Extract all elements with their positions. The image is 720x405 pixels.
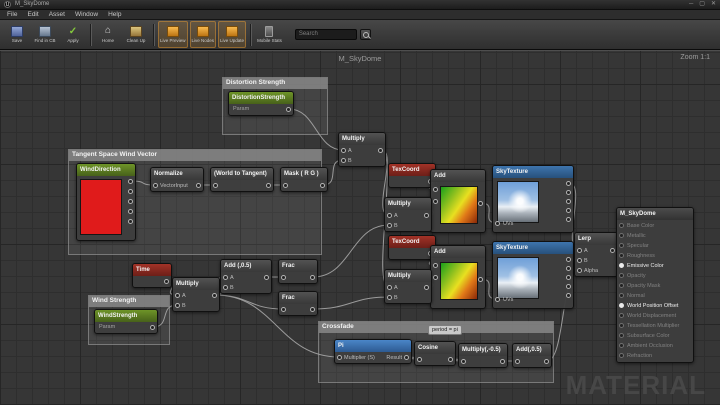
toolbar-save-button[interactable]: Save xyxy=(4,21,30,48)
home-icon: ⌂ xyxy=(102,26,114,37)
clean-up-icon xyxy=(130,26,142,37)
toolbar-search: Search xyxy=(295,29,371,40)
menu-help[interactable]: Help xyxy=(103,10,126,20)
toolbar-separator xyxy=(90,24,91,46)
search-input[interactable]: Search xyxy=(295,29,357,40)
menu-asset[interactable]: Asset xyxy=(44,10,70,20)
toolbar: Save Find in CB ✓Apply ⌂Home Clean Up Live Pr… xyxy=(0,20,720,50)
toolbar-button-label: Live Preview xyxy=(160,38,186,43)
toolbar-find-in-cb-button[interactable]: Find in CB xyxy=(32,21,58,48)
toolbar-button-label: Mobile Stats xyxy=(257,38,282,43)
toolbar-button-label: Save xyxy=(12,38,22,43)
find-in-cb-icon xyxy=(39,26,51,37)
close-button[interactable]: ✕ xyxy=(711,0,716,9)
toolbar-mobile-stats-button[interactable]: Mobile Stats xyxy=(255,21,284,48)
menubar: FileEditAssetWindowHelp xyxy=(0,10,720,20)
save-icon xyxy=(11,26,23,37)
search-icon[interactable] xyxy=(360,29,371,40)
toolbar-button-label: Home xyxy=(102,38,114,43)
note-period-note[interactable]: period = pi xyxy=(428,325,462,335)
toolbar-live-update-button[interactable]: Live Update xyxy=(218,21,246,48)
unreal-logo-icon: U xyxy=(4,1,11,8)
maximize-button[interactable]: ▢ xyxy=(699,0,705,9)
toolbar-button-label: Find in CB xyxy=(34,38,55,43)
menu-file[interactable]: File xyxy=(2,10,22,20)
toolbar-button-label: Live Update xyxy=(220,38,244,43)
toolbar-button-label: Live Nodes xyxy=(192,38,215,43)
menu-edit[interactable]: Edit xyxy=(22,10,43,20)
material-editor-window: U M_SkyDome ─ ▢ ✕ FileEditAssetWindowHel… xyxy=(0,0,720,405)
toolbar-home-button[interactable]: ⌂Home xyxy=(95,21,121,48)
toolbar-apply-button[interactable]: ✓Apply xyxy=(60,21,86,48)
toolbar-live-nodes-button[interactable]: Live Nodes xyxy=(190,21,217,48)
toolbar-clean-up-button[interactable]: Clean Up xyxy=(123,21,149,48)
toolbar-live-preview-button[interactable]: Live Preview xyxy=(158,21,188,48)
graph-canvas[interactable]: M_SkyDome Zoom 1:1 Distortion StrengthTa… xyxy=(0,50,720,405)
window-title: M_SkyDome xyxy=(15,0,689,9)
window-controls: ─ ▢ ✕ xyxy=(689,0,716,9)
live-update-icon xyxy=(226,26,238,37)
toolbar-separator xyxy=(250,24,251,46)
badge-layer: period = pi xyxy=(0,51,720,405)
live-preview-icon xyxy=(167,26,179,37)
mobile-stats-icon xyxy=(265,26,273,37)
live-nodes-icon xyxy=(197,26,209,37)
toolbar-buttons: Save Find in CB ✓Apply ⌂Home Clean Up Live Pr… xyxy=(3,21,285,48)
toolbar-button-label: Clean Up xyxy=(127,38,146,43)
minimize-button[interactable]: ─ xyxy=(689,0,693,9)
toolbar-separator xyxy=(153,24,154,46)
apply-icon: ✓ xyxy=(67,26,79,37)
toolbar-button-label: Apply xyxy=(67,38,78,43)
menu-window[interactable]: Window xyxy=(70,10,103,20)
titlebar: U M_SkyDome ─ ▢ ✕ xyxy=(0,0,720,10)
